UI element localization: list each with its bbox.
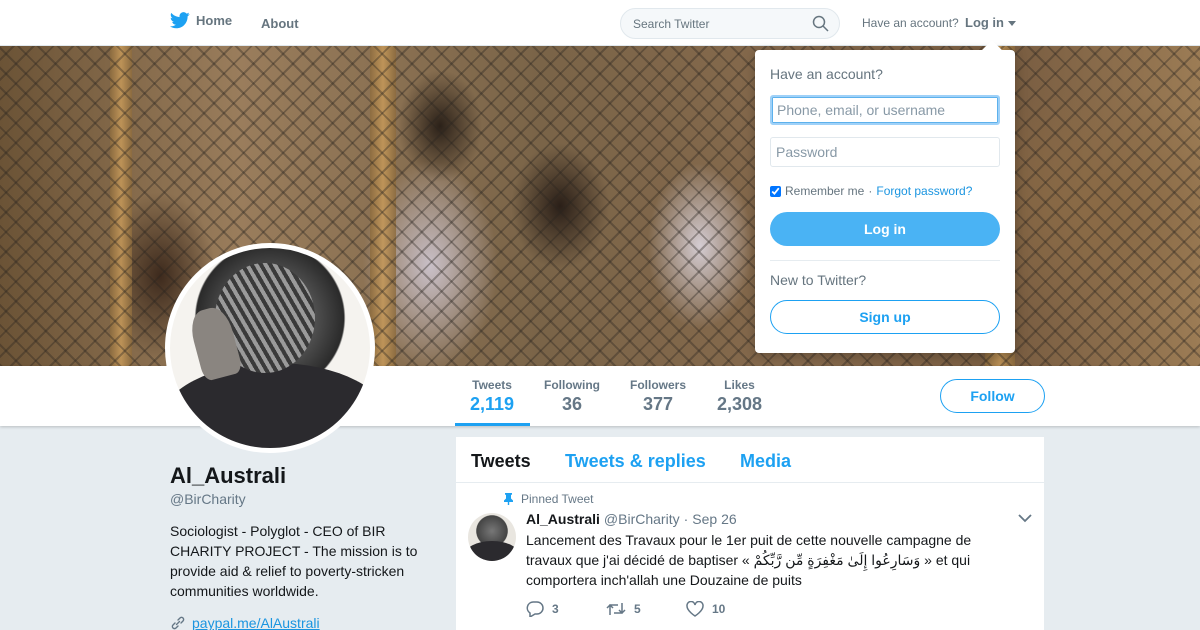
stat-value: 377 [642, 394, 674, 414]
nav-about-link[interactable]: About [261, 16, 299, 31]
pin-icon [504, 493, 513, 505]
profile-website[interactable]: paypal.me/AlAustrali [170, 615, 320, 630]
tweet-author-name[interactable]: Al_Australi [526, 511, 600, 527]
chevron-down-icon[interactable] [1018, 513, 1032, 523]
nav-home-label: Home [196, 13, 233, 28]
twitter-bird-icon [170, 12, 190, 29]
caret-down-icon [1007, 21, 1016, 26]
dropdown-title: Have an account? [770, 66, 883, 82]
tweet-header: Al_Australi @BirCharity · Sep 26 [526, 511, 737, 527]
reply-button[interactable]: 3 [526, 601, 606, 617]
login-toggle-label: Log in [965, 15, 1004, 30]
stat-value: 36 [561, 394, 583, 414]
tweet-author-handle[interactable]: @BirCharity [604, 511, 680, 527]
search-box [620, 8, 840, 39]
stat-label: Followers [630, 378, 687, 392]
heart-icon [686, 601, 704, 617]
remember-me-checkbox[interactable] [770, 185, 781, 197]
stat-tweets[interactable]: Tweets 2,119 [470, 378, 514, 415]
profile-handle[interactable]: @BirCharity [170, 491, 246, 507]
stat-likes[interactable]: Likes 2,308 [717, 378, 762, 415]
timeline-tabs: Tweets Tweets & replies Media [456, 437, 1044, 483]
username-input[interactable] [770, 95, 1000, 125]
tweet-author-avatar[interactable] [468, 513, 516, 561]
avatar-shoulders [170, 363, 370, 448]
have-account-text: Have an account? [862, 16, 959, 30]
link-icon [171, 616, 185, 630]
follow-button[interactable]: Follow [940, 379, 1045, 413]
top-navigation-bar: Home About Have an account? Log in [0, 0, 1200, 46]
search-input[interactable] [621, 9, 806, 38]
tab-tweets[interactable]: Tweets [471, 451, 531, 472]
stat-following[interactable]: Following 36 [544, 378, 600, 415]
like-count: 10 [712, 602, 726, 616]
new-to-twitter-text: New to Twitter? [770, 272, 867, 288]
dropdown-divider [770, 260, 1000, 261]
retweet-count: 5 [634, 602, 641, 616]
search-icon[interactable] [812, 15, 829, 32]
password-input[interactable] [770, 137, 1000, 167]
nav-home-link[interactable]: Home [170, 12, 232, 29]
profile-website-label: paypal.me/AlAustrali [192, 615, 320, 630]
retweet-button[interactable]: 5 [606, 601, 686, 617]
signup-button[interactable]: Sign up [770, 300, 1000, 334]
reply-icon [526, 601, 544, 617]
pinned-label: Pinned Tweet [521, 492, 594, 506]
like-button[interactable]: 10 [686, 601, 766, 617]
login-dropdown: Have an account? Remember me · Forgot pa… [755, 40, 1015, 353]
remember-row: Remember me · Forgot password? [770, 184, 972, 198]
login-dropdown-toggle[interactable]: Log in [965, 15, 1016, 30]
stat-label: Likes [724, 378, 755, 392]
stat-value: 2,308 [717, 394, 763, 414]
profile-bio: Sociologist - Polyglot - CEO of BIR CHAR… [170, 523, 418, 599]
reply-count: 3 [552, 602, 559, 616]
stat-followers[interactable]: Followers 377 [630, 378, 686, 415]
stat-label: Following [544, 378, 600, 392]
stat-value: 2,119 [470, 394, 515, 414]
tweet-date[interactable]: Sep 26 [692, 511, 736, 527]
profile-avatar[interactable] [165, 243, 375, 453]
tweet-actions: 3 5 10 [526, 601, 766, 617]
active-stat-underline [455, 423, 530, 426]
stat-label: Tweets [472, 378, 512, 392]
retweet-icon [606, 603, 626, 615]
forgot-password-link[interactable]: Forgot password? [876, 184, 972, 198]
remember-separator: · [868, 184, 873, 198]
tab-tweets-and-replies[interactable]: Tweets & replies [565, 451, 706, 472]
remember-me-label[interactable]: Remember me [785, 184, 864, 198]
pinned-tweet-indicator: Pinned Tweet [504, 492, 594, 506]
tweet-separator: · [683, 511, 689, 527]
login-submit-button[interactable]: Log in [770, 212, 1000, 246]
profile-name[interactable]: Al_Australi [170, 463, 286, 489]
timeline-panel: Tweets Tweets & replies Media Pinned Twe… [456, 437, 1044, 630]
tab-media[interactable]: Media [740, 451, 791, 472]
tweet-text: Lancement des Travaux pour le 1er puit d… [526, 532, 972, 588]
